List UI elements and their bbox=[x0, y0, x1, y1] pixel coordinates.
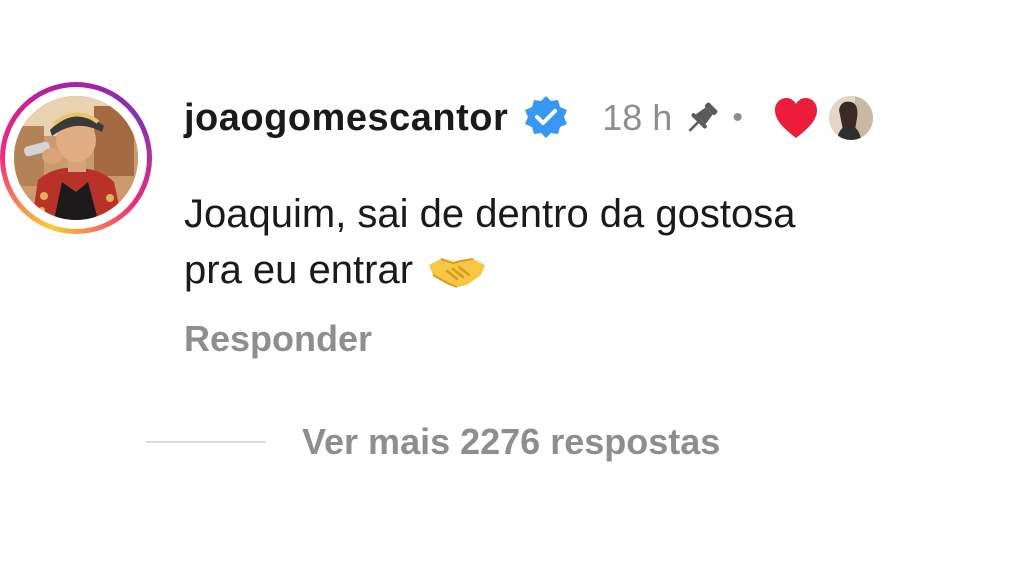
reply-button[interactable]: Responder bbox=[184, 318, 372, 360]
avatar[interactable] bbox=[14, 96, 138, 220]
comment-time: 18 h bbox=[602, 97, 673, 138]
singer-avatar-image bbox=[14, 96, 138, 220]
comment-line-2: pra eu entrar bbox=[184, 242, 1024, 298]
verified-badge-icon bbox=[522, 94, 570, 142]
comment-header: joaogomescantor 18 h • bbox=[184, 88, 873, 148]
heart-icon[interactable] bbox=[773, 96, 819, 140]
comment-text: Joaquim, sai de dentro da gostosa pra eu… bbox=[184, 186, 1024, 298]
handshake-icon bbox=[427, 250, 487, 290]
pin-icon bbox=[682, 98, 722, 138]
comment-screen: joaogomescantor 18 h • Joaquim, sai de d… bbox=[0, 0, 1024, 576]
replies-divider-line bbox=[146, 441, 266, 443]
comment-line-2-text: pra eu entrar bbox=[184, 248, 414, 292]
view-more-replies-label[interactable]: Ver mais 2276 respostas bbox=[302, 421, 720, 463]
liker-avatar[interactable] bbox=[828, 96, 873, 140]
story-ring[interactable] bbox=[0, 82, 152, 234]
separator-dot: • bbox=[732, 101, 743, 134]
comment-line-1: Joaquim, sai de dentro da gostosa bbox=[184, 192, 796, 236]
view-more-replies[interactable]: Ver mais 2276 respostas bbox=[146, 418, 720, 466]
username[interactable]: joaogomescantor bbox=[184, 97, 508, 140]
